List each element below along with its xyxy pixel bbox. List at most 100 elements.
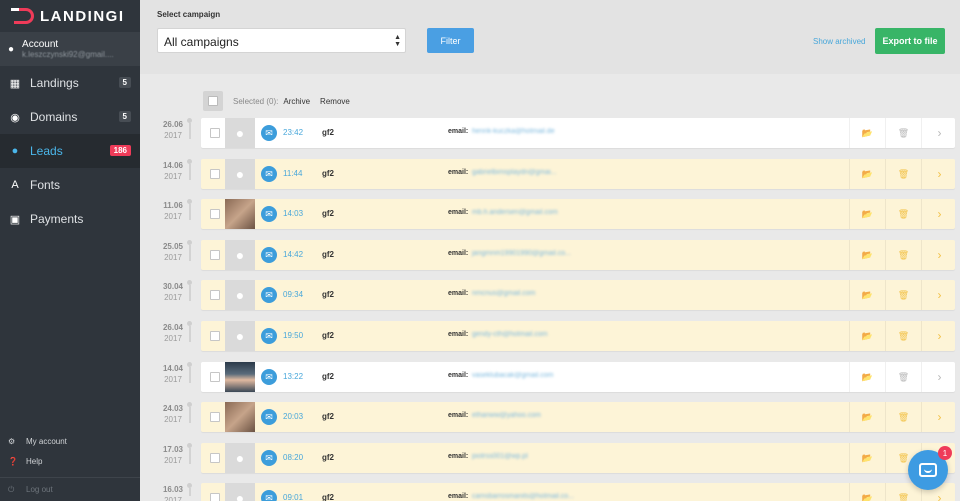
archive-folder-icon[interactable]: 📂 xyxy=(849,443,885,473)
lead-year: 2017 xyxy=(164,456,182,465)
lead-email[interactable]: vaseklubacak@gmail.com xyxy=(472,372,553,379)
email-label: email: xyxy=(448,128,469,135)
avatar xyxy=(225,402,255,432)
row-checkbox[interactable] xyxy=(210,331,220,341)
row-checkbox[interactable] xyxy=(210,128,220,138)
archive-folder-icon[interactable]: 📂 xyxy=(849,321,885,351)
lead-row[interactable]: ● ✉ 11:44 gf2 email: gabrielbimsplaydn@gmai..… xyxy=(201,159,955,189)
lead-row[interactable]: ● ✉ 23:42 gf2 email: henrik-kuczka@hotmail.de… xyxy=(201,118,955,148)
trash-icon[interactable]: 🗑 xyxy=(885,402,921,432)
avatar-placeholder-icon: ● xyxy=(235,287,245,303)
lead-date: 11.06 2017 xyxy=(154,200,192,222)
lead-time: 11:44 xyxy=(283,169,303,178)
chevron-right-icon[interactable]: › xyxy=(921,159,957,189)
lead-date: 24.03 2017 xyxy=(154,403,192,425)
count-badge: 186 xyxy=(109,145,131,156)
chevron-right-icon[interactable]: › xyxy=(921,362,957,392)
avatar-placeholder-icon: ● xyxy=(235,450,245,466)
power-icon: ⏻ xyxy=(8,484,15,494)
lead-row[interactable]: ● ✉ 09:01 gf2 email: camsbarrosmanits@hotmail… xyxy=(201,483,955,501)
row-checkbox[interactable] xyxy=(210,290,220,300)
trash-icon[interactable]: 🗑 xyxy=(885,159,921,189)
lead-row[interactable]: ✉ 20:03 gf2 email: ethanww@yahoo.com 📂 🗑 › xyxy=(201,402,955,432)
chat-widget-button[interactable]: 1 xyxy=(908,446,952,490)
timeline-line xyxy=(189,285,191,301)
archive-folder-icon[interactable]: 📂 xyxy=(849,483,885,501)
lead-email[interactable]: henrik-kuczka@hotmail.de xyxy=(472,128,555,135)
chat-bubble-icon xyxy=(919,463,937,477)
lead-row[interactable]: ● ✉ 09:34 gf2 email: nmcnus@gmail.com 📂 🗑 › xyxy=(201,280,955,310)
show-archived-link[interactable]: Show archived xyxy=(813,37,865,46)
lead-campaign: gf2 xyxy=(322,169,334,178)
help-link[interactable]: ❓ Help xyxy=(0,451,140,471)
trash-icon[interactable]: 🗑 xyxy=(885,321,921,351)
lead-time: 19:50 xyxy=(283,331,304,340)
archive-folder-icon[interactable]: 📂 xyxy=(849,402,885,432)
lead-row[interactable]: ●✉08:20gf2email:piotrss001@wp.pl📂🗑› xyxy=(201,443,955,473)
archive-folder-icon[interactable]: 📂 xyxy=(849,240,885,270)
sidebar-item-leads[interactable]: ● Leads 186 xyxy=(0,134,140,168)
row-checkbox[interactable] xyxy=(210,372,220,382)
row-checkbox[interactable] xyxy=(210,209,220,219)
lead-email[interactable]: jangmnm19901990@gmail.co... xyxy=(472,250,571,257)
sidebar-item-label: Fonts xyxy=(30,178,61,192)
sidebar-item-payments[interactable]: ▣ Payments xyxy=(0,202,140,236)
trash-icon[interactable]: 🗑 xyxy=(885,280,921,310)
logout-link[interactable]: ⏻ Log out xyxy=(0,477,140,501)
lead-row[interactable]: ● ✉ 14:42 gf2 email: jangmnm19901990@gmail.co… xyxy=(201,240,955,270)
lead-email[interactable]: piotrss001@wp.pl xyxy=(472,453,528,460)
landingi-logo[interactable]: LANDINGI xyxy=(0,0,140,32)
chevron-right-icon[interactable]: › xyxy=(921,118,957,148)
select-all-checkbox[interactable] xyxy=(203,91,223,111)
lead-email[interactable]: ethanww@yahoo.com xyxy=(472,412,541,419)
remove-action[interactable]: Remove xyxy=(320,97,350,106)
lead-email[interactable]: camsbarrosmanits@hotmail.co... xyxy=(472,493,574,500)
lead-campaign: gf2 xyxy=(322,250,334,259)
trash-icon[interactable]: 🗑 xyxy=(885,240,921,270)
lead-email[interactable]: gabrielbimsplaydn@gmai... xyxy=(472,169,557,176)
select-arrows-icon: ▲ ▼ xyxy=(394,34,401,48)
lead-date: 25.05 2017 xyxy=(154,241,192,263)
archive-folder-icon[interactable]: 📂 xyxy=(849,280,885,310)
avatar: ● xyxy=(225,240,255,270)
archive-folder-icon[interactable]: 📂 xyxy=(849,159,885,189)
chevron-right-icon[interactable]: › xyxy=(921,402,957,432)
row-checkbox[interactable] xyxy=(210,453,220,463)
trash-icon[interactable]: 🗑 xyxy=(885,362,921,392)
trash-icon[interactable]: 🗑 xyxy=(885,199,921,229)
lead-row[interactable]: ● ✉ 19:50 gf2 email: gendy-cth@hotmail.com 📂 🗑 › xyxy=(201,321,955,351)
chevron-right-icon[interactable]: › xyxy=(921,240,957,270)
export-to-file-button[interactable]: Export to file xyxy=(875,28,945,54)
lead-email[interactable]: gendy-cth@hotmail.com xyxy=(472,331,548,338)
sidebar-item-label: Leads xyxy=(30,144,63,158)
sidebar-item-landings[interactable]: ▦ Landings 5 xyxy=(0,66,140,100)
avatar: ● xyxy=(225,118,255,148)
archive-folder-icon[interactable]: 📂 xyxy=(849,199,885,229)
archive-folder-icon[interactable]: 📂 xyxy=(849,362,885,392)
envelope-icon: ✉ xyxy=(261,369,277,385)
my-account-link[interactable]: ⚙ My account xyxy=(0,431,140,451)
row-checkbox[interactable] xyxy=(210,493,220,501)
campaign-select[interactable]: All campaigns ▲ ▼ xyxy=(157,28,406,53)
sidebar-item-fonts[interactable]: A Fonts xyxy=(0,168,140,202)
archive-folder-icon[interactable]: 📂 xyxy=(849,118,885,148)
archive-action[interactable]: Archive xyxy=(283,97,310,106)
lead-row[interactable]: ✉ 14:03 gf2 email: mb.h.andersen@gmail.com 📂 🗑… xyxy=(201,199,955,229)
account-menu[interactable]: ● Account k.leszczynski92@gmail.... xyxy=(0,32,140,66)
lead-date: 14.06 2017 xyxy=(154,160,192,182)
trash-icon[interactable]: 🗑 xyxy=(885,118,921,148)
lead-row[interactable]: ✉ 13:22 gf2 email: vaseklubacak@gmail.com 📂 🗑 › xyxy=(201,362,955,392)
account-title: Account xyxy=(22,39,59,50)
chevron-right-icon[interactable]: › xyxy=(921,280,957,310)
filter-button[interactable]: Filter xyxy=(427,28,474,53)
envelope-icon: ✉ xyxy=(261,490,277,501)
chevron-right-icon[interactable]: › xyxy=(921,199,957,229)
lead-year: 2017 xyxy=(164,293,182,302)
lead-email[interactable]: mb.h.andersen@gmail.com xyxy=(472,209,558,216)
lead-email[interactable]: nmcnus@gmail.com xyxy=(472,290,536,297)
chevron-right-icon[interactable]: › xyxy=(921,321,957,351)
row-checkbox[interactable] xyxy=(210,412,220,422)
sidebar-item-domains[interactable]: ◉ Domains 5 xyxy=(0,100,140,134)
row-checkbox[interactable] xyxy=(210,169,220,179)
row-checkbox[interactable] xyxy=(210,250,220,260)
